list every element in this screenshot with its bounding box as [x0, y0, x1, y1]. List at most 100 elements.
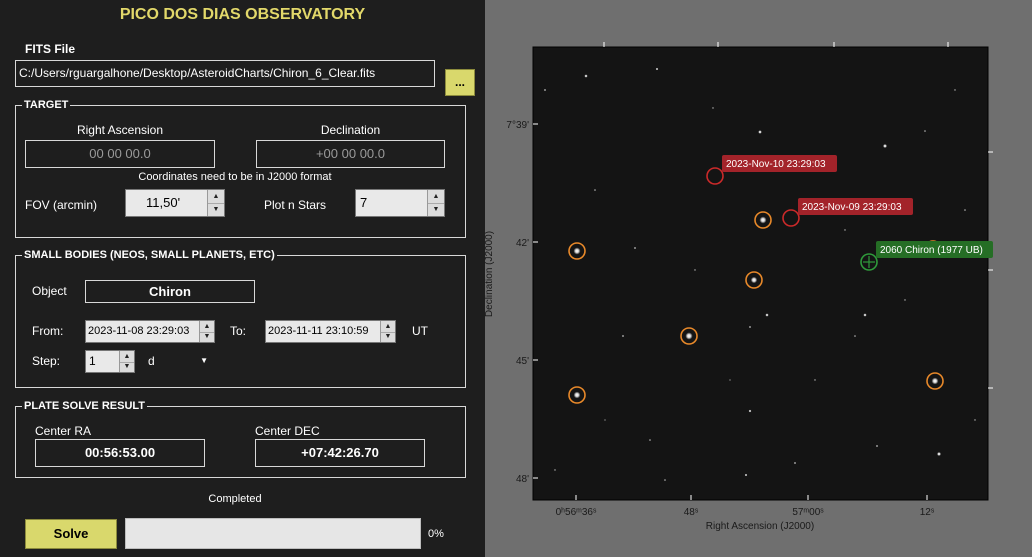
y-tick-label: 42' — [516, 238, 529, 249]
faint-star — [634, 247, 636, 249]
status-text: Completed — [208, 493, 262, 505]
to-down-arrow-icon[interactable]: ▼ — [381, 332, 395, 343]
target-label: 2060 Chiron (1977 UB) — [880, 245, 983, 256]
browse-button[interactable]: ... — [445, 69, 475, 96]
bright-star — [759, 216, 767, 224]
faint-star — [974, 419, 976, 421]
plot-stars-value: 7 — [360, 195, 368, 210]
faint-star — [854, 335, 856, 337]
coordinates-note: Coordinates need to be in J2000 format — [138, 171, 332, 183]
control-panel: PICO DOS DIAS OBSERVATORY FITS File C:/U… — [0, 0, 485, 557]
small-bodies-legend: SMALL BODIES (NEOS, SMALL PLANETS, ETC) — [22, 249, 277, 261]
from-value: 2023-11-08 23:29:03 — [88, 325, 190, 337]
fits-file-label: FITS File — [25, 42, 76, 56]
ra-input[interactable]: 00 00 00.0 — [25, 140, 215, 168]
faint-star — [729, 379, 731, 381]
step-value: 1 — [89, 354, 96, 368]
sky-chart-panel: 7°39' 42' 45' 48' 0ʰ56ᵐ36ˢ 48ˢ 57ᵐ00ˢ 12… — [485, 0, 1032, 557]
faint-star — [604, 419, 606, 421]
step-down-arrow-icon[interactable]: ▼ — [120, 362, 134, 373]
object-label: Object — [32, 284, 67, 298]
y-axis-label: Declination (J2000) — [485, 231, 495, 317]
progress-bar — [125, 518, 421, 549]
bright-star — [573, 247, 581, 255]
bright-star — [765, 313, 769, 317]
from-datetime[interactable]: 2023-11-08 23:29:03 ▲ ▼ — [85, 320, 215, 343]
progress-percent: 0% — [428, 528, 444, 540]
faint-star — [794, 462, 796, 464]
faint-star — [712, 107, 714, 109]
object-input[interactable]: Chiron — [85, 280, 255, 303]
dec-label: Declination — [320, 123, 381, 137]
sky-image — [532, 46, 989, 501]
faint-star — [694, 269, 696, 271]
faint-star — [554, 469, 556, 471]
ra-label: Right Ascension — [76, 123, 164, 137]
bright-star — [750, 276, 758, 284]
bright-star — [573, 391, 581, 399]
bright-star — [931, 377, 939, 385]
fov-value: 11,50' — [146, 195, 181, 210]
from-down-arrow-icon[interactable]: ▼ — [200, 332, 214, 343]
faint-star — [649, 439, 651, 441]
bright-star — [748, 409, 752, 413]
step-spinbox[interactable]: 1 ▲ ▼ — [85, 350, 135, 373]
ut-label: UT — [412, 324, 428, 338]
bright-star — [937, 452, 941, 456]
x-tick-label: 57ᵐ00ˢ — [792, 507, 824, 518]
bright-star — [863, 313, 867, 317]
to-value: 2023-11-11 23:10:59 — [268, 325, 369, 337]
fov-down-arrow-icon[interactable]: ▼ — [208, 203, 224, 216]
faint-star — [622, 335, 624, 337]
bright-star — [744, 473, 748, 477]
faint-star — [904, 299, 906, 301]
plot-down-arrow-icon[interactable]: ▼ — [428, 203, 444, 216]
bright-star — [758, 130, 762, 134]
target-legend: TARGET — [22, 99, 71, 111]
bright-star — [883, 144, 887, 148]
dec-input[interactable]: +00 00 00.0 — [256, 140, 445, 168]
center-dec-value: +07:42:26.70 — [255, 439, 425, 467]
from-label: From: — [32, 324, 64, 338]
plot-stars-label: Plot n Stars — [264, 198, 327, 212]
y-tick-label: 45' — [516, 356, 529, 367]
faint-star — [749, 326, 751, 328]
x-tick-label: 48ˢ — [684, 507, 699, 518]
bright-star — [584, 74, 588, 78]
step-unit-value: d — [148, 354, 155, 368]
solve-button[interactable]: Solve — [25, 519, 117, 549]
faint-star — [876, 445, 878, 447]
x-tick-label: 0ʰ56ᵐ36ˢ — [556, 507, 597, 518]
app-title: PICO DOS DIAS OBSERVATORY — [119, 6, 366, 23]
faint-star — [924, 130, 926, 132]
sky-chart: 7°39' 42' 45' 48' 0ʰ56ᵐ36ˢ 48ˢ 57ᵐ00ˢ 12… — [485, 42, 993, 532]
x-tick-label: 12ˢ — [920, 507, 935, 518]
step-unit-select[interactable]: d ▼ — [145, 350, 212, 372]
faint-star — [594, 189, 596, 191]
chevron-down-icon: ▼ — [200, 356, 208, 365]
bright-star — [655, 67, 659, 71]
center-ra-value: 00:56:53.00 — [35, 439, 205, 467]
x-axis-label: Right Ascension (J2000) — [706, 521, 814, 532]
faint-star — [964, 209, 966, 211]
plate-solve-legend: PLATE SOLVE RESULT — [22, 400, 148, 412]
faint-star — [544, 89, 546, 91]
plot-up-arrow-icon[interactable]: ▲ — [428, 190, 444, 204]
fov-label: FOV (arcmin) — [25, 198, 97, 212]
faint-star — [844, 229, 846, 231]
small-bodies-group — [15, 255, 466, 388]
fov-up-arrow-icon[interactable]: ▲ — [208, 190, 224, 204]
to-label: To: — [230, 324, 247, 338]
plot-stars-spinbox[interactable]: 7 ▲ ▼ — [355, 189, 445, 217]
fits-path-input[interactable]: C:/Users/rguargalhone/Desktop/AsteroidCh… — [15, 60, 435, 87]
step-label: Step: — [32, 354, 61, 368]
y-tick-label: 48' — [516, 474, 529, 485]
faint-star — [814, 379, 816, 381]
ephemeris-label-nov09: 2023-Nov-09 23:29:03 — [802, 202, 902, 213]
center-ra-label: Center RA — [35, 424, 92, 438]
ephemeris-label-nov10: 2023-Nov-10 23:29:03 — [726, 159, 826, 170]
faint-star — [954, 89, 956, 91]
to-datetime[interactable]: 2023-11-11 23:10:59 ▲ ▼ — [265, 320, 396, 343]
fov-spinbox[interactable]: 11,50' ▲ ▼ — [125, 189, 225, 217]
y-tick-label: 7°39' — [506, 120, 529, 131]
